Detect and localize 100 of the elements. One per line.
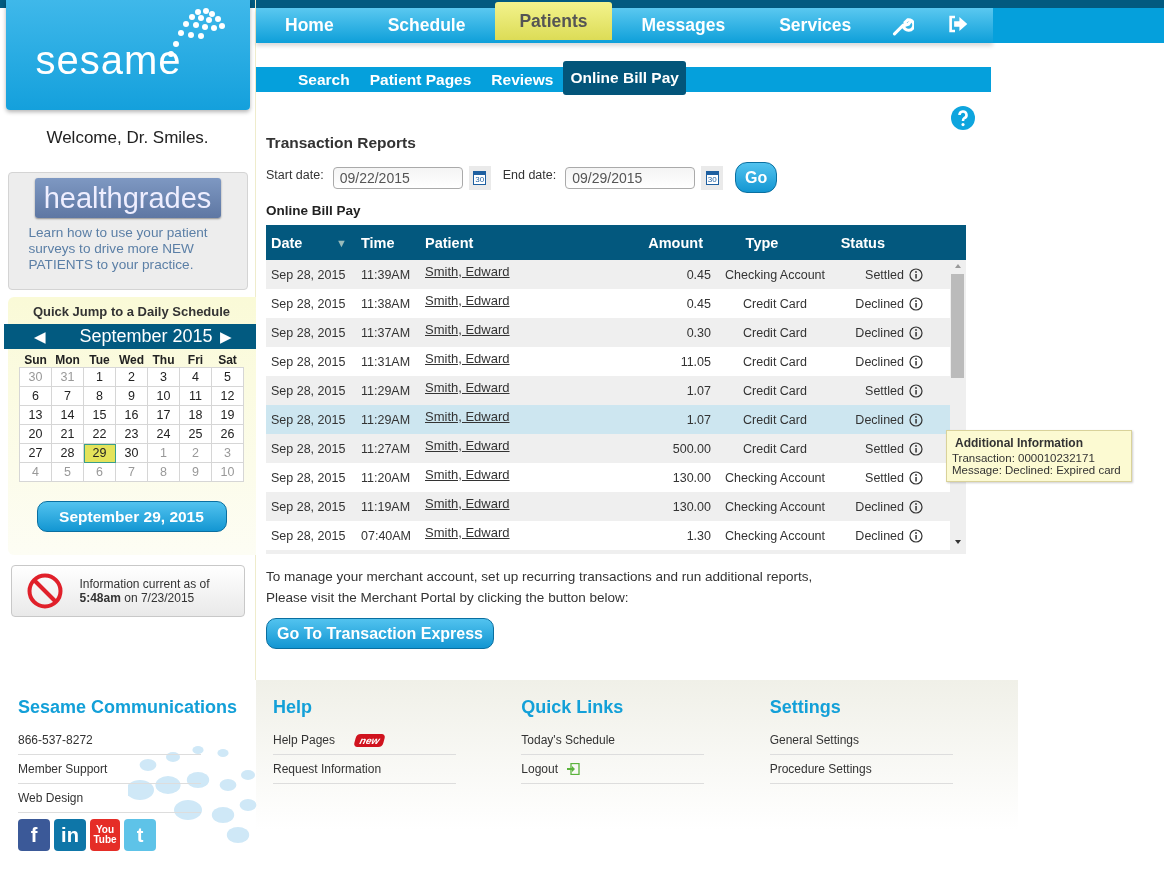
end-date-field[interactable]: 09/29/2015 xyxy=(565,166,696,189)
patient-link[interactable]: Smith, Edward xyxy=(425,438,510,453)
welcome-text: Welcome, Dr. Smiles. xyxy=(46,128,209,148)
date-cell-text: Sep 28, 2015 xyxy=(270,470,347,485)
footer-title: Quick Links xyxy=(521,697,625,718)
column-header[interactable]: Time xyxy=(361,234,425,251)
info-icon[interactable] xyxy=(909,528,923,543)
promo-text: Learn how to use your patient surveys to drive more NEW PATIENTS to your practice. xyxy=(28,225,209,273)
footer-link[interactable]: Logout xyxy=(521,762,559,776)
weekday-label: Tue xyxy=(83,353,116,368)
time-cell-text: 11:20AM xyxy=(361,470,412,485)
info-icon[interactable] xyxy=(909,296,923,311)
linkedin-icon[interactable]: in xyxy=(54,819,86,851)
table-row[interactable]: Sep 28, 2015 07:40AM Smith, Edward 1.30 Checking Account Declined xyxy=(266,521,950,550)
sub-nav-tab[interactable]: Online Bill Pay xyxy=(563,60,686,95)
info-icon[interactable] xyxy=(909,470,923,485)
new-badge: new xyxy=(353,733,387,747)
type-cell-text: Credit Card xyxy=(742,354,808,369)
youtube-icon[interactable]: You Tube xyxy=(90,819,120,851)
time-cell-text: 11:39AM xyxy=(361,267,412,282)
prev-month-button[interactable]: ◀ xyxy=(3,327,73,346)
table-row[interactable]: Sep 28, 2015 11:38AM Smith, Edward 0.45 Credit Card Declined xyxy=(266,289,950,318)
info-icon[interactable] xyxy=(909,441,923,456)
footer-link[interactable]: Member Support xyxy=(18,755,201,784)
patient-link[interactable]: Smith, Edward xyxy=(425,467,510,482)
nav-tab[interactable]: Patients xyxy=(495,2,612,40)
help-icon[interactable] xyxy=(951,106,975,130)
patient-link[interactable]: Smith, Edward xyxy=(425,293,510,308)
calendar-day[interactable]: 2 xyxy=(115,367,148,387)
status-cell-text: Settled xyxy=(864,383,904,398)
amount-cell-text: 500.00 xyxy=(671,441,711,456)
time-cell-text: 07:40AM xyxy=(361,528,413,543)
footer-title: Settings xyxy=(769,697,842,718)
type-cell-text: Credit Card xyxy=(742,412,808,427)
status-cell-text: Declined xyxy=(854,499,904,514)
table-row[interactable]: Sep 28, 2015 11:20AM Smith, Edward 130.00 Checking Account Settled xyxy=(266,463,950,492)
page-title: Transaction Reports xyxy=(266,134,417,152)
notice-text: Information current as of 5:48am on 7/23/2015 xyxy=(79,577,211,605)
calendar-day[interactable]: 1 xyxy=(83,367,116,387)
tooltip-text: Message: Declined: Expired card xyxy=(952,464,1122,476)
footer-link[interactable]: Today's Schedule xyxy=(521,733,615,747)
calendar-day[interactable]: 4 xyxy=(179,367,212,387)
patient-link[interactable]: Smith, Edward xyxy=(425,409,510,424)
date-cell-text: Sep 28, 2015 xyxy=(270,528,347,543)
patient-link[interactable]: Smith, Edward xyxy=(425,496,510,511)
info-icon[interactable] xyxy=(909,383,923,398)
amount-cell-text: 1.07 xyxy=(685,412,711,427)
logo-text: sesame xyxy=(35,38,182,83)
table-row[interactable]: Sep 28, 2015 11:31AM Smith, Edward 11.05 Credit Card Declined xyxy=(266,347,950,376)
status-cell-text: Declined xyxy=(854,354,904,369)
weekday-label: Sun xyxy=(19,353,52,368)
footer-link[interactable]: Web Design xyxy=(18,784,201,813)
time-cell-text: 11:19AM xyxy=(361,499,412,514)
merchant-text: To manage your merchant account, set up recurring transactions and run additional reports, xyxy=(266,568,814,586)
footer-link[interactable]: Help Pages xyxy=(273,733,336,747)
start-date-label: Start date: xyxy=(266,167,324,182)
healthgrades-logo: healthgrades xyxy=(34,178,221,218)
amount-cell-text: 0.45 xyxy=(685,296,711,311)
column-header[interactable]: Amount xyxy=(625,234,703,251)
column-header[interactable]: Date xyxy=(266,234,336,251)
facebook-icon[interactable]: f xyxy=(18,819,50,851)
info-icon[interactable] xyxy=(909,499,923,514)
column-header[interactable]: Patient xyxy=(425,234,625,251)
footer-link[interactable]: Request Information xyxy=(273,762,382,776)
footer-link[interactable]: 866-537-8272 xyxy=(18,726,201,755)
patient-link[interactable]: Smith, Edward xyxy=(425,525,510,540)
amount-cell-text: 130.00 xyxy=(671,499,711,514)
date-cell-text: Sep 28, 2015 xyxy=(270,267,347,282)
logout-icon[interactable] xyxy=(948,13,969,35)
info-icon[interactable] xyxy=(909,354,923,369)
info-icon[interactable] xyxy=(909,325,923,340)
patient-link[interactable]: Smith, Edward xyxy=(425,264,510,279)
time-cell-text: 11:37AM xyxy=(361,325,412,340)
footer-link[interactable]: General Settings xyxy=(769,733,860,747)
no-entry-icon xyxy=(25,572,64,610)
next-month-button[interactable]: ▶ xyxy=(219,327,256,346)
calendar-day[interactable]: 5 xyxy=(211,367,244,387)
time-cell-text: 11:27AM xyxy=(361,441,412,456)
calendar-button[interactable]: 30 xyxy=(701,165,724,190)
calendar-button[interactable]: 30 xyxy=(468,165,491,190)
patient-link[interactable]: Smith, Edward xyxy=(425,351,510,366)
patient-link[interactable]: Smith, Edward xyxy=(425,380,510,395)
column-header[interactable]: Type xyxy=(703,234,811,251)
sort-icon[interactable]: ▼ xyxy=(336,236,361,249)
date-cell-text: Sep 28, 2015 xyxy=(270,499,347,514)
time-cell-text: 11:29AM xyxy=(361,412,412,427)
footer-title: Help xyxy=(273,697,313,718)
column-header[interactable]: Status xyxy=(811,234,885,251)
start-date-field[interactable]: 09/22/2015 xyxy=(332,166,463,189)
info-icon[interactable] xyxy=(909,412,923,427)
info-icon[interactable] xyxy=(909,267,923,282)
patient-link[interactable]: Smith, Edward xyxy=(425,322,510,337)
promo-card[interactable]: healthgrades Learn how to use your patient surveys to drive more NEW PATIENTS to your practice. xyxy=(7,172,248,290)
table-row[interactable]: Sep 28, 2015 11:29AM Smith, Edward 1.07 Credit Card Declined xyxy=(266,405,950,434)
type-cell-text: Credit Card xyxy=(742,296,808,311)
footer-title: Sesame Communications xyxy=(18,697,239,718)
type-cell-text: Credit Card xyxy=(742,441,808,456)
footer-link[interactable]: Procedure Settings xyxy=(769,762,872,776)
calendar-day[interactable]: 3 xyxy=(147,367,180,387)
amount-cell-text: 1.07 xyxy=(685,383,711,398)
